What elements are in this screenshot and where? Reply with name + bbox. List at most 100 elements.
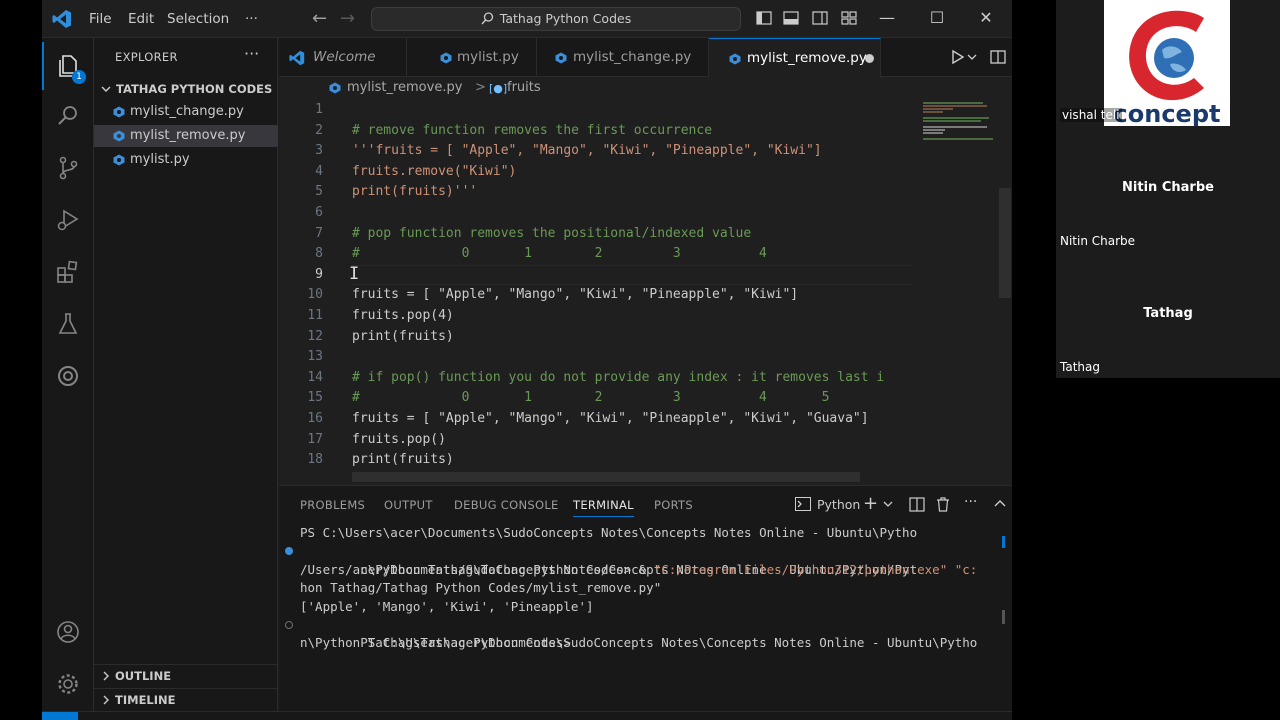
minimap[interactable] <box>919 100 999 484</box>
command-center-search[interactable]: Tathag Python Codes <box>371 7 741 31</box>
editor-horizontal-scrollbar[interactable] <box>352 472 860 482</box>
terminal-output[interactable]: PS C:\Users\acer\Documents\SudoConcepts … <box>285 524 977 653</box>
code-line[interactable]: fruits = [ "Apple", "Mango", "Kiwi", "Pi… <box>352 409 912 430</box>
close-button[interactable]: ✕ <box>961 0 1011 38</box>
code-line-docstring[interactable]: '''fruits = [ "Apple", "Mango", "Kiwi", … <box>352 141 912 162</box>
code-line-comment[interactable]: # if pop() function you do not provide a… <box>352 368 912 389</box>
bottom-panel: PROBLEMS OUTPUT DEBUG CONSOLE TERMINAL P… <box>279 485 1012 711</box>
minimize-button[interactable]: — <box>862 0 912 38</box>
toggle-sidebar-icon[interactable] <box>756 10 772 26</box>
file-item-mylist[interactable]: mylist.py <box>94 149 278 171</box>
timeline-section[interactable]: TIMELINE <box>94 688 278 710</box>
code-line[interactable] <box>352 100 912 121</box>
tab-problems[interactable]: PROBLEMS <box>300 498 365 512</box>
search-icon <box>481 12 493 25</box>
code-line-docstring[interactable]: fruits.remove("Kiwi") <box>352 162 912 183</box>
toggle-secondary-sidebar-icon[interactable] <box>812 10 828 26</box>
run-python-icon[interactable] <box>949 48 967 66</box>
python-file-icon <box>113 106 125 118</box>
remote-icon[interactable] <box>42 352 94 400</box>
code-line-comment[interactable]: # remove function removes the first occu… <box>352 121 912 142</box>
customize-layout-icon[interactable] <box>841 10 857 26</box>
participant-tile-vishal[interactable]: concept vishal teli <box>1056 0 1280 128</box>
tab-ports[interactable]: PORTS <box>654 498 693 512</box>
explorer-icon[interactable]: 1 <box>42 42 94 90</box>
extensions-icon[interactable] <box>42 248 94 296</box>
terminal-command-path: "C:/Program Files/Python312/python.exe" … <box>653 561 978 577</box>
code-line[interactable]: fruits.pop() <box>352 430 912 451</box>
code-line-comment[interactable]: # 0 1 2 3 4 5 <box>352 388 912 409</box>
line-number: 18 <box>307 452 323 468</box>
source-control-icon[interactable] <box>42 144 94 192</box>
code-line-comment[interactable]: # pop function removes the positional/in… <box>352 224 912 245</box>
editor-vertical-scrollbar[interactable] <box>999 188 1011 298</box>
menu-more[interactable]: ··· <box>245 0 258 38</box>
chevron-down-icon[interactable] <box>883 500 893 508</box>
menu-edit[interactable]: Edit <box>128 0 154 38</box>
vscode-logo-icon <box>52 10 71 28</box>
code-line[interactable]: fruits = [ "Apple", "Mango", "Kiwi", "Pi… <box>352 285 912 306</box>
line-number-current: 9 <box>315 266 323 282</box>
participant-tile-tathag[interactable]: Tathag Tathag <box>1056 252 1280 378</box>
menu-selection[interactable]: Selection <box>167 0 229 38</box>
toggle-panel-icon[interactable] <box>783 10 799 26</box>
explorer-more-actions[interactable]: ··· <box>244 44 259 63</box>
terminal-profile-label[interactable]: Python <box>817 497 860 512</box>
run-debug-icon[interactable] <box>42 196 94 244</box>
split-editor-icon[interactable] <box>989 48 1007 66</box>
code-line[interactable] <box>352 203 912 224</box>
tab-debug-console[interactable]: DEBUG CONSOLE <box>454 498 559 512</box>
command-success-dot-icon[interactable] <box>285 547 293 556</box>
file-item-mylist-change[interactable]: mylist_change.py <box>94 101 278 123</box>
participant-label: Nitin Charbe <box>1060 234 1136 248</box>
tab-mylist-change[interactable]: mylist_change.py <box>537 38 709 77</box>
menu-file[interactable]: File <box>89 0 112 38</box>
add-terminal-icon[interactable]: + <box>863 493 878 514</box>
more-actions-icon[interactable]: ··· <box>964 494 977 510</box>
remote-indicator[interactable] <box>42 712 78 720</box>
breadcrumb-symbol[interactable]: fruits <box>507 78 541 98</box>
code-line-current[interactable] <box>352 265 912 286</box>
trash-icon[interactable] <box>936 497 950 512</box>
terminal-line: PS C:\Users\acer\Documents\SudoConcepts … <box>285 616 977 650</box>
chevron-down-icon[interactable] <box>967 48 977 66</box>
code-editor[interactable]: 1 2 3 4 5 6 7 8 9 10 11 12 13 14 15 16 1… <box>279 100 1012 484</box>
testing-icon[interactable] <box>42 300 94 348</box>
code-line-comment[interactable]: # 0 1 2 3 4 <box>352 244 912 265</box>
variable-icon: [●] <box>489 82 508 95</box>
tab-output[interactable]: OUTPUT <box>384 498 433 512</box>
file-label: mylist.py <box>130 152 190 167</box>
gear-icon[interactable] <box>42 660 94 708</box>
search-icon[interactable] <box>42 92 94 140</box>
workspace-folder[interactable]: TATHAG PYTHON CODES <box>94 78 278 100</box>
file-item-mylist-remove[interactable]: mylist_remove.py <box>94 125 278 147</box>
terminal-line: PS C:\Users\acer\Documents\SudoConcepts … <box>300 525 918 540</box>
tab-welcome[interactable]: Welcome <box>279 38 407 77</box>
line-number: 2 <box>315 122 323 138</box>
breadcrumb-file[interactable]: mylist_remove.py <box>347 78 462 98</box>
code-line[interactable] <box>352 347 912 368</box>
code-line-docstring[interactable]: print(fruits)''' <box>352 182 912 203</box>
tab-mylist[interactable]: mylist.py <box>407 38 537 77</box>
back-arrow-icon[interactable]: ← <box>312 8 327 29</box>
maximize-button[interactable]: ☐ <box>912 0 962 38</box>
command-pending-dot-icon[interactable] <box>285 620 293 629</box>
split-terminal-icon[interactable] <box>909 497 925 512</box>
outline-section[interactable]: OUTLINE <box>94 664 278 686</box>
account-icon[interactable] <box>42 608 94 656</box>
timeline-label: TIMELINE <box>115 693 176 707</box>
terminal-scrollbar[interactable] <box>1002 610 1005 624</box>
participant-name-center: Nitin Charbe <box>1122 180 1214 195</box>
code-line[interactable]: print(fruits) <box>352 450 912 471</box>
file-label: mylist_change.py <box>130 104 244 119</box>
forward-arrow-icon[interactable]: → <box>340 8 355 29</box>
code-line[interactable]: print(fruits) <box>352 327 912 348</box>
code-lines[interactable]: # remove function removes the first occu… <box>352 100 912 471</box>
tab-terminal[interactable]: TERMINAL <box>573 498 634 517</box>
unsaved-dot-icon[interactable] <box>865 54 874 63</box>
meeting-participants-panel: concept vishal teli Nitin Charbe Nitin C… <box>1056 0 1280 378</box>
chevron-up-icon[interactable] <box>994 499 1006 508</box>
code-line[interactable]: fruits.pop(4) <box>352 306 912 327</box>
tab-mylist-remove[interactable]: mylist_remove.py <box>709 38 881 78</box>
participant-tile-nitin[interactable]: Nitin Charbe Nitin Charbe <box>1056 126 1280 252</box>
